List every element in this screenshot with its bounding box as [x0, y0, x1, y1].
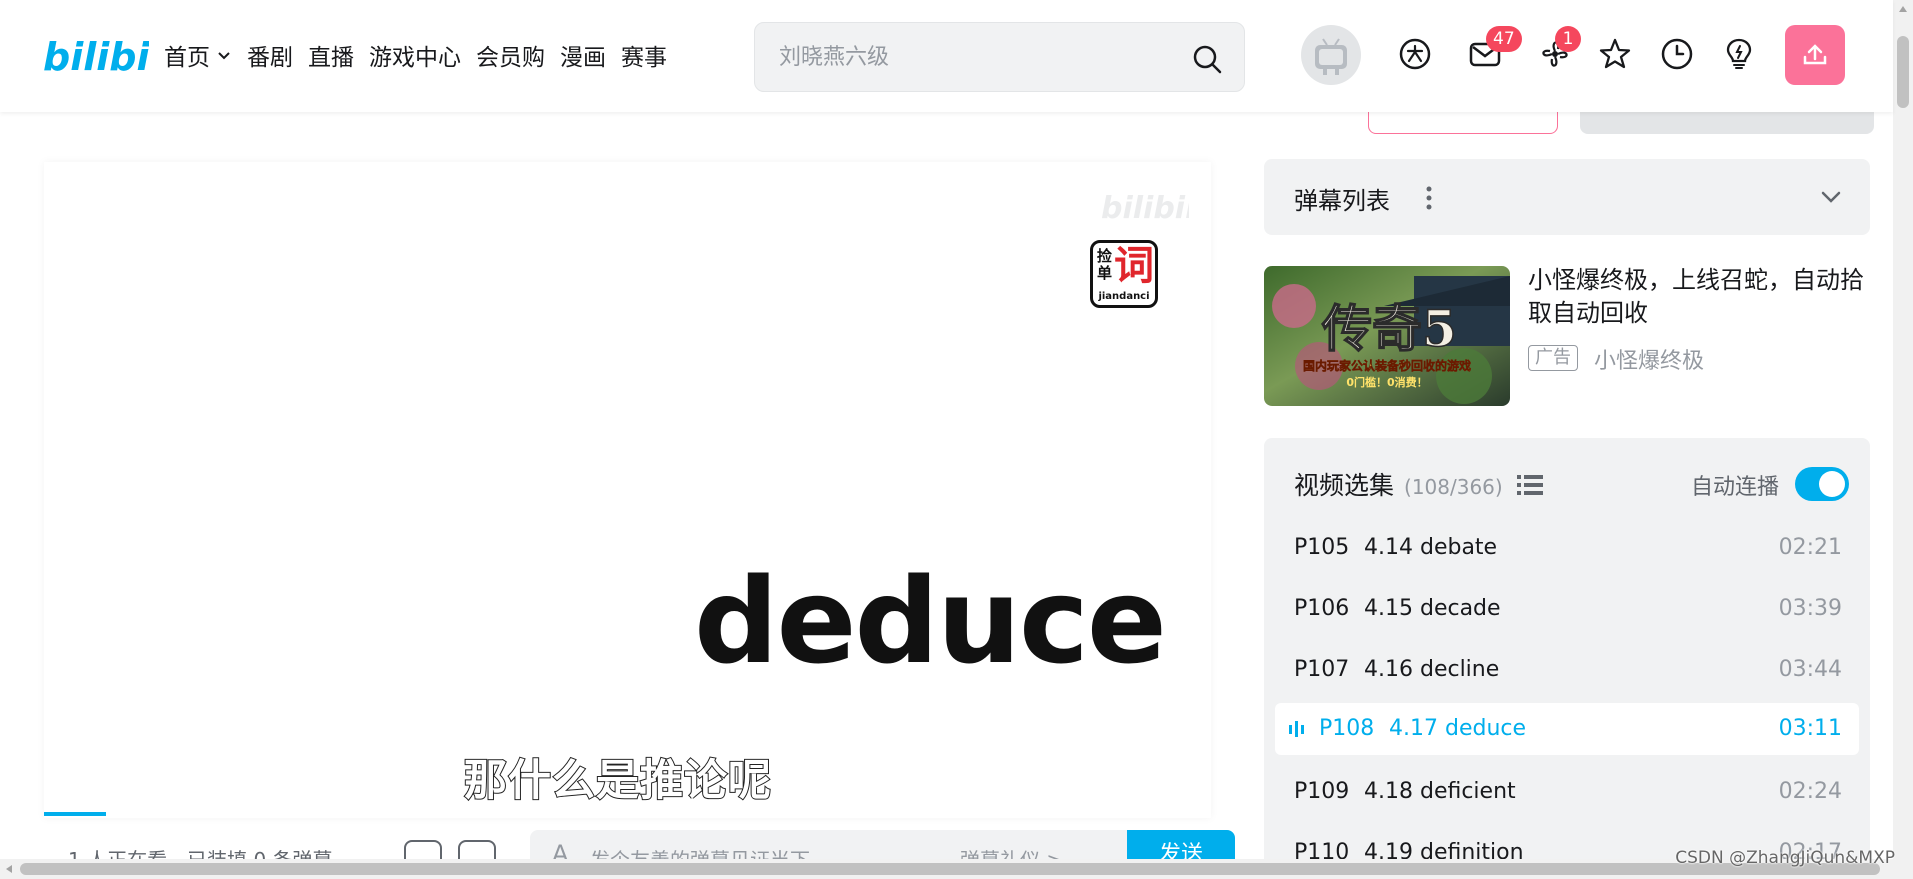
playlist-count: (108/366) — [1404, 475, 1503, 499]
chevron-down-icon — [218, 52, 230, 60]
episode-title: 4.18 deficient — [1364, 779, 1516, 804]
nav-live[interactable]: 直播 — [308, 38, 354, 72]
scroll-left-arrow-icon[interactable] — [6, 865, 12, 873]
bilibili-logo[interactable]: bilibili — [41, 28, 149, 82]
danmaku-list-title: 弹幕列表 — [1294, 187, 1390, 215]
nav-game-center[interactable]: 游戏中心 — [369, 38, 461, 72]
episode-code: P106 — [1294, 596, 1350, 621]
nav-mall[interactable]: 会员购 — [476, 38, 545, 72]
more-options-icon[interactable] — [1426, 185, 1432, 211]
svg-text:国内玩家公认装备秒回收的游戏: 国内玩家公认装备秒回收的游戏 — [1303, 358, 1471, 373]
episode-duration: 02:21 — [1778, 535, 1842, 560]
channel-logo-main-text: 词 — [1114, 243, 1154, 289]
nav-game-center-label: 游戏中心 — [369, 45, 461, 71]
svg-text:bilibili: bilibili — [1101, 191, 1189, 226]
search-input[interactable] — [779, 37, 1179, 77]
big-member-icon[interactable] — [1398, 37, 1432, 71]
nav-live-label: 直播 — [308, 45, 354, 71]
playlist-header: 视频选集 (108/366) — [1294, 466, 1503, 502]
search-icon[interactable] — [1192, 44, 1222, 74]
message-count-badge: 47 — [1486, 26, 1522, 52]
tv-avatar-icon — [1315, 38, 1347, 75]
nav-esports[interactable]: 赛事 — [621, 38, 667, 72]
nav-home[interactable]: 首页 — [164, 38, 232, 72]
channel-logo-left-text: 捡单 — [1097, 247, 1113, 282]
svg-text:0门槛！0消费！: 0门槛！0消费！ — [1346, 375, 1427, 389]
channel-logo-bottom-text: jiandanci — [1098, 291, 1150, 302]
avatar[interactable] — [1301, 25, 1361, 85]
vertical-scrollbar[interactable] — [1893, 0, 1913, 879]
favorites-icon[interactable] — [1598, 37, 1632, 71]
scroll-up-arrow-icon[interactable] — [1899, 6, 1907, 12]
autoplay-label: 自动连播 — [1691, 475, 1780, 500]
playlist-title: 视频选集 — [1294, 471, 1395, 500]
history-icon[interactable] — [1660, 37, 1694, 71]
svg-text:bilibili: bilibili — [43, 35, 149, 79]
vertical-scroll-thumb[interactable] — [1897, 36, 1909, 108]
episode-title: 4.16 decline — [1364, 657, 1500, 682]
subtitle-text: 那什么是推论呢 — [463, 755, 772, 807]
playlist-item[interactable]: P106 4.15 decade 03:39 — [1275, 583, 1859, 635]
ad-thumbnail[interactable]: 传奇5 国内玩家公认装备秒回收的游戏 0门槛！0消费！ — [1264, 266, 1510, 406]
chevron-down-icon[interactable] — [1820, 187, 1842, 207]
playlist-item[interactable]: P105 4.14 debate 02:21 — [1275, 522, 1859, 574]
search-box — [754, 22, 1245, 92]
ad-tag: 广告 — [1528, 345, 1578, 371]
episode-code: P107 — [1294, 657, 1350, 682]
horizontal-scroll-thumb[interactable] — [20, 863, 1880, 875]
nav-anime-label: 番剧 — [247, 45, 293, 71]
video-player[interactable]: bilibili 捡单 词 jiandanci deduce 那什么是推论呢 — [44, 162, 1211, 818]
episode-title: 4.15 decade — [1364, 596, 1501, 621]
episode-code: P105 — [1294, 535, 1350, 560]
creation-center-icon[interactable] — [1722, 37, 1756, 71]
playlist-item-active[interactable]: P108 4.17 deduce 03:11 — [1275, 703, 1859, 755]
dynamic-count-badge: 1 — [1555, 26, 1581, 52]
episode-code: P109 — [1294, 779, 1350, 804]
ad-source[interactable]: 小怪爆终极 — [1594, 343, 1704, 375]
progress-bar[interactable] — [44, 812, 106, 816]
episode-duration: 03:11 — [1778, 716, 1842, 741]
episode-duration: 03:39 — [1778, 596, 1842, 621]
csdn-watermark: CSDN @ZhangJiQun&MXP — [1675, 848, 1895, 868]
upload-icon — [1803, 44, 1827, 65]
video-word: deduce — [694, 552, 1167, 690]
nav-manga[interactable]: 漫画 — [560, 38, 606, 72]
jiandanci-channel-logo: 捡单 词 jiandanci — [1090, 240, 1158, 308]
top-header: bilibili 首页 番剧 直播 游戏中心 会员购 漫画 赛事 — [0, 0, 1893, 112]
ad-title[interactable]: 小怪爆终极，上线召蛇，自动拾取自动回收 — [1528, 264, 1873, 330]
nav-mall-label: 会员购 — [476, 45, 545, 71]
main-nav: 首页 番剧 直播 游戏中心 会员购 漫画 赛事 — [164, 38, 667, 72]
episode-code: P108 — [1319, 716, 1375, 741]
nav-home-label: 首页 — [164, 45, 210, 71]
episode-duration: 02:24 — [1778, 779, 1842, 804]
playlist-item[interactable]: P107 4.16 decline 03:44 — [1275, 644, 1859, 696]
list-view-icon[interactable] — [1517, 474, 1543, 496]
episode-title: 4.17 deduce — [1389, 716, 1527, 741]
autoplay-toggle[interactable] — [1795, 467, 1849, 501]
now-playing-icon — [1289, 721, 1304, 737]
horizontal-scrollbar[interactable] — [0, 859, 1893, 879]
nav-esports-label: 赛事 — [621, 45, 667, 71]
svg-text:传奇5: 传奇5 — [1321, 299, 1457, 358]
playlist-item[interactable]: P109 4.18 deficient 02:24 — [1275, 766, 1859, 818]
nav-anime[interactable]: 番剧 — [247, 38, 293, 72]
ad-game-image: 传奇5 国内玩家公认装备秒回收的游戏 0门槛！0消费！ — [1264, 266, 1510, 406]
bilibili-watermark: bilibili — [1101, 191, 1189, 226]
video-playlist: 视频选集 (108/366) 自动连播 P105 4.14 debate 02:… — [1264, 438, 1870, 879]
upload-button[interactable] — [1785, 25, 1845, 85]
episode-title: 4.14 debate — [1364, 535, 1498, 560]
episode-duration: 03:44 — [1778, 657, 1842, 682]
danmaku-list-header[interactable]: 弹幕列表 — [1264, 159, 1870, 235]
nav-manga-label: 漫画 — [560, 45, 606, 71]
